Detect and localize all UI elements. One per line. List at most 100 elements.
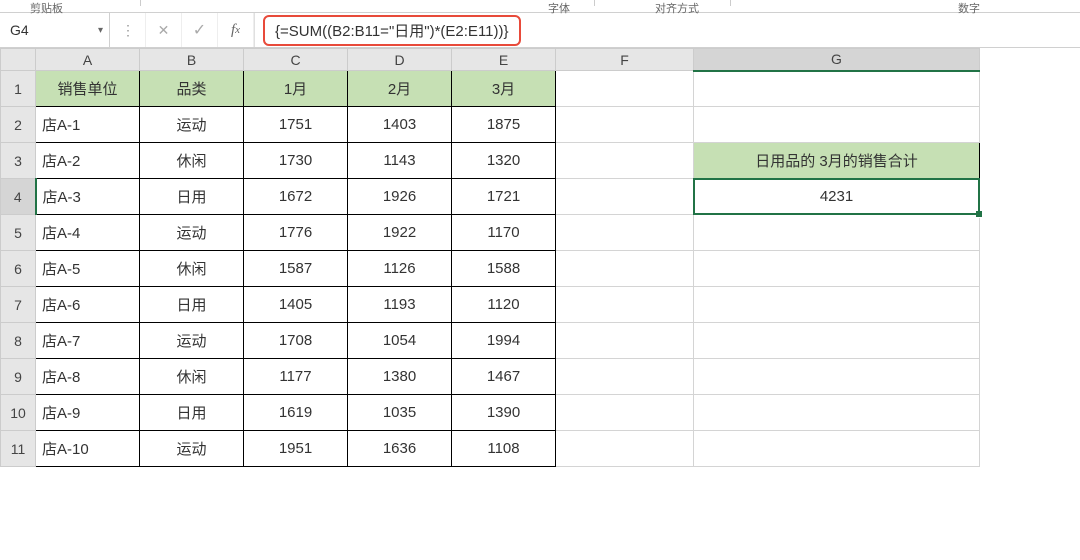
cell-C11[interactable]: 1951: [244, 431, 348, 467]
cell-F10[interactable]: [556, 395, 694, 431]
cell-D2[interactable]: 1403: [348, 107, 452, 143]
cell-D8[interactable]: 1054: [348, 323, 452, 359]
more-icon[interactable]: ⋮: [110, 13, 146, 47]
cell-D11[interactable]: 1636: [348, 431, 452, 467]
cell-G3[interactable]: 日用品的 3月的销售合计: [694, 143, 980, 179]
cell-E7[interactable]: 1120: [452, 287, 556, 323]
cell-E3[interactable]: 1320: [452, 143, 556, 179]
cell-B5[interactable]: 运动: [140, 215, 244, 251]
row-header[interactable]: 3: [1, 143, 36, 179]
cell-E8[interactable]: 1994: [452, 323, 556, 359]
cell-D7[interactable]: 1193: [348, 287, 452, 323]
cell-C9[interactable]: 1177: [244, 359, 348, 395]
cell-C3[interactable]: 1730: [244, 143, 348, 179]
cell-E2[interactable]: 1875: [452, 107, 556, 143]
select-all-corner[interactable]: [1, 49, 36, 71]
cell-A10[interactable]: 店A-9: [36, 395, 140, 431]
col-header-D[interactable]: D: [348, 49, 452, 71]
row-header[interactable]: 6: [1, 251, 36, 287]
row-header[interactable]: 7: [1, 287, 36, 323]
cell-B1[interactable]: 品类: [140, 71, 244, 107]
cell-E4[interactable]: 1721: [452, 179, 556, 215]
cell-D9[interactable]: 1380: [348, 359, 452, 395]
row-header[interactable]: 5: [1, 215, 36, 251]
cell-G9[interactable]: [694, 359, 980, 395]
col-header-G[interactable]: G: [694, 49, 980, 71]
cell-B9[interactable]: 休闲: [140, 359, 244, 395]
cell-E5[interactable]: 1170: [452, 215, 556, 251]
cell-B11[interactable]: 运动: [140, 431, 244, 467]
col-header-B[interactable]: B: [140, 49, 244, 71]
cell-G6[interactable]: [694, 251, 980, 287]
cell-C7[interactable]: 1405: [244, 287, 348, 323]
cell-F11[interactable]: [556, 431, 694, 467]
fx-icon[interactable]: fx: [218, 13, 254, 47]
cell-F2[interactable]: [556, 107, 694, 143]
cell-G4[interactable]: 4231: [694, 179, 980, 215]
cell-F1[interactable]: [556, 71, 694, 107]
cell-C8[interactable]: 1708: [244, 323, 348, 359]
cell-D1[interactable]: 2月: [348, 71, 452, 107]
row-header[interactable]: 2: [1, 107, 36, 143]
name-box[interactable]: G4 ▾: [0, 13, 110, 47]
cell-F7[interactable]: [556, 287, 694, 323]
cell-E9[interactable]: 1467: [452, 359, 556, 395]
cell-A4[interactable]: 店A-3: [36, 179, 140, 215]
row-header[interactable]: 10: [1, 395, 36, 431]
cell-C1[interactable]: 1月: [244, 71, 348, 107]
cell-A9[interactable]: 店A-8: [36, 359, 140, 395]
cell-B2[interactable]: 运动: [140, 107, 244, 143]
cell-A1[interactable]: 销售单位: [36, 71, 140, 107]
cell-B3[interactable]: 休闲: [140, 143, 244, 179]
cancel-icon[interactable]: ✕: [146, 13, 182, 47]
row-header[interactable]: 8: [1, 323, 36, 359]
cell-C2[interactable]: 1751: [244, 107, 348, 143]
col-header-C[interactable]: C: [244, 49, 348, 71]
col-header-F[interactable]: F: [556, 49, 694, 71]
cell-C6[interactable]: 1587: [244, 251, 348, 287]
cell-A6[interactable]: 店A-5: [36, 251, 140, 287]
cell-B10[interactable]: 日用: [140, 395, 244, 431]
cell-C5[interactable]: 1776: [244, 215, 348, 251]
cell-D5[interactable]: 1922: [348, 215, 452, 251]
cell-F6[interactable]: [556, 251, 694, 287]
row-header[interactable]: 11: [1, 431, 36, 467]
cell-G1[interactable]: [694, 71, 980, 107]
cell-E6[interactable]: 1588: [452, 251, 556, 287]
cell-A3[interactable]: 店A-2: [36, 143, 140, 179]
cell-B8[interactable]: 运动: [140, 323, 244, 359]
spreadsheet-grid[interactable]: A B C D E F G 1 销售单位 品类 1月 2月 3月 2 店A-1 …: [0, 48, 980, 467]
cell-G5[interactable]: [694, 215, 980, 251]
cell-A5[interactable]: 店A-4: [36, 215, 140, 251]
cell-D6[interactable]: 1126: [348, 251, 452, 287]
cell-B6[interactable]: 休闲: [140, 251, 244, 287]
cell-G11[interactable]: [694, 431, 980, 467]
cell-D4[interactable]: 1926: [348, 179, 452, 215]
cell-F4[interactable]: [556, 179, 694, 215]
cell-B4[interactable]: 日用: [140, 179, 244, 215]
enter-icon[interactable]: ✓: [182, 13, 218, 47]
chevron-down-icon[interactable]: ▾: [98, 25, 103, 36]
cell-D3[interactable]: 1143: [348, 143, 452, 179]
cell-B7[interactable]: 日用: [140, 287, 244, 323]
cell-F5[interactable]: [556, 215, 694, 251]
cell-A11[interactable]: 店A-10: [36, 431, 140, 467]
cell-D10[interactable]: 1035: [348, 395, 452, 431]
cell-A7[interactable]: 店A-6: [36, 287, 140, 323]
cell-E1[interactable]: 3月: [452, 71, 556, 107]
cell-C10[interactable]: 1619: [244, 395, 348, 431]
cell-C4[interactable]: 1672: [244, 179, 348, 215]
col-header-A[interactable]: A: [36, 49, 140, 71]
row-header[interactable]: 9: [1, 359, 36, 395]
cell-E11[interactable]: 1108: [452, 431, 556, 467]
row-header[interactable]: 1: [1, 71, 36, 107]
cell-G7[interactable]: [694, 287, 980, 323]
cell-A8[interactable]: 店A-7: [36, 323, 140, 359]
cell-G8[interactable]: [694, 323, 980, 359]
row-header[interactable]: 4: [1, 179, 36, 215]
cell-G10[interactable]: [694, 395, 980, 431]
cell-A2[interactable]: 店A-1: [36, 107, 140, 143]
col-header-E[interactable]: E: [452, 49, 556, 71]
cell-E10[interactable]: 1390: [452, 395, 556, 431]
formula-input[interactable]: {=SUM((B2:B11="日用")*(E2:E11))}: [255, 13, 1080, 47]
